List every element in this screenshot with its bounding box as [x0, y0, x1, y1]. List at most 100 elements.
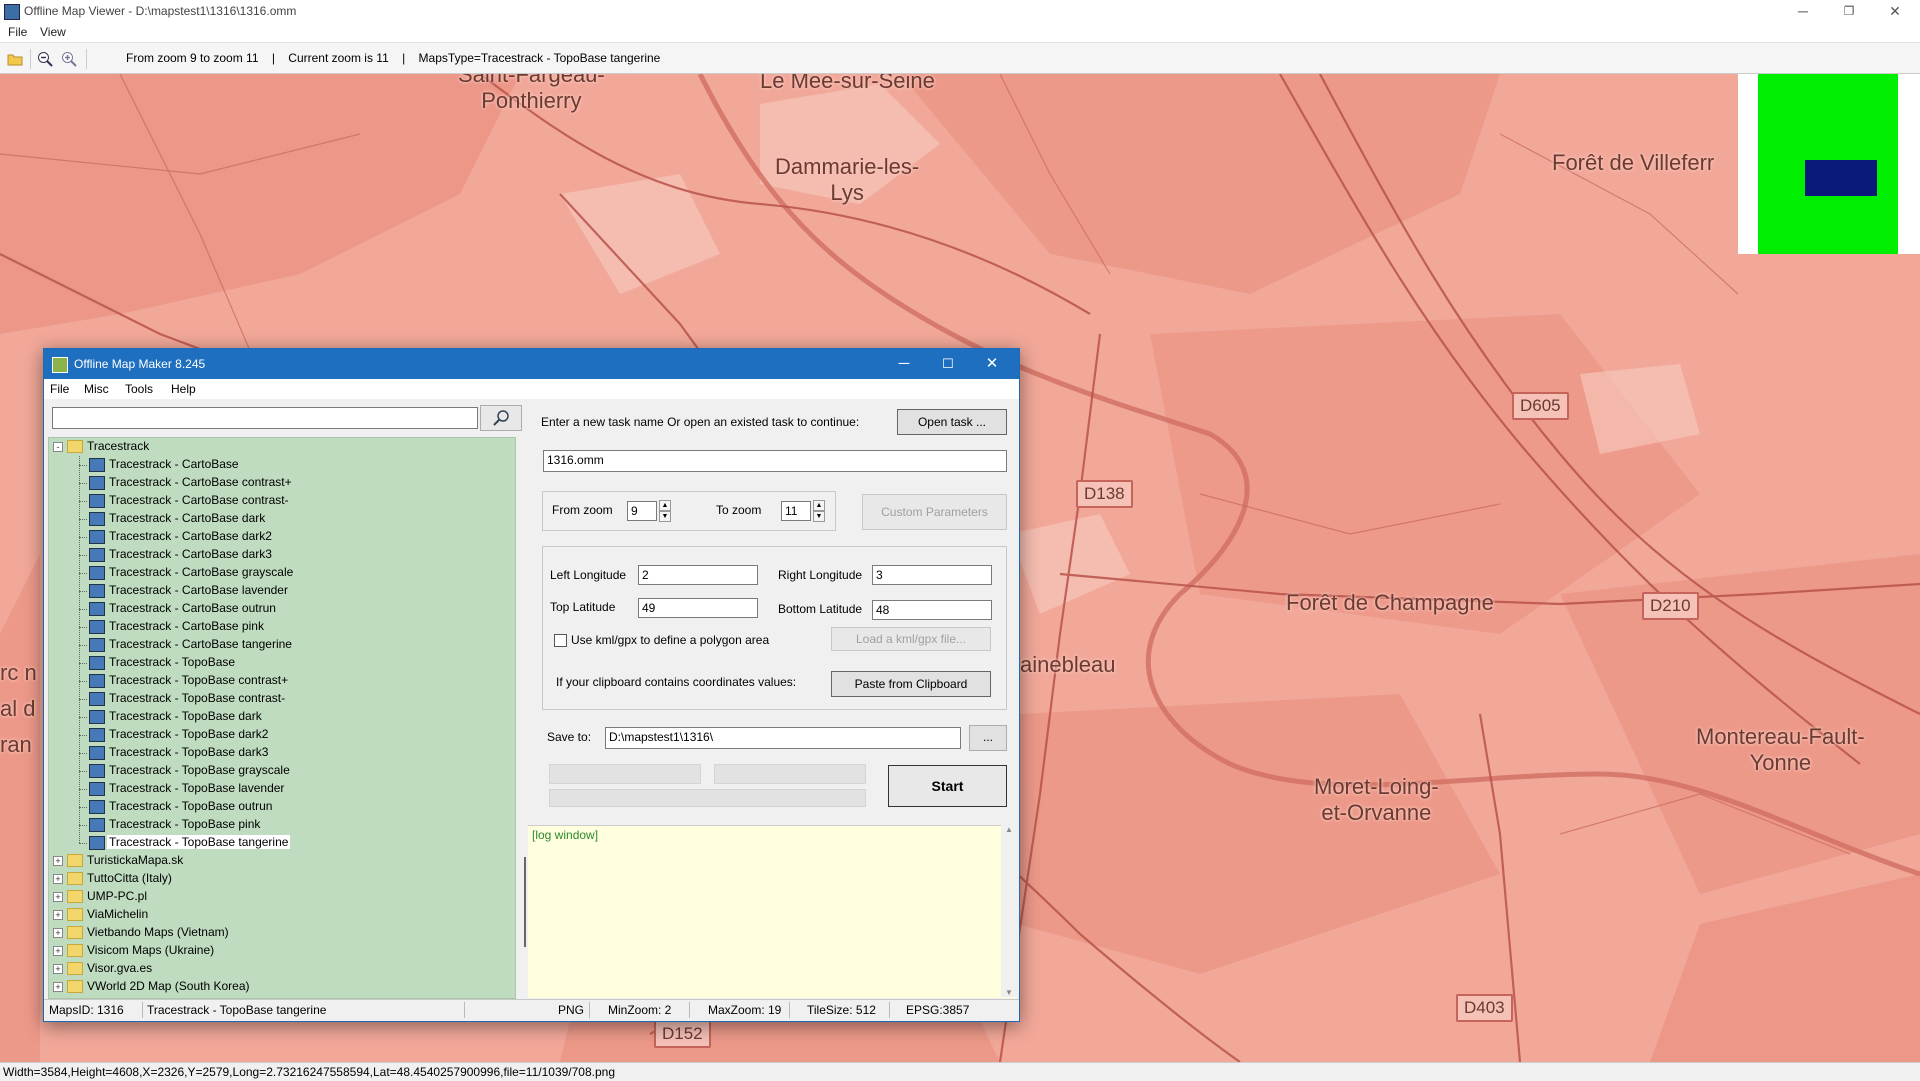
scroll-down-icon[interactable]: ▼ — [1001, 988, 1017, 997]
map-icon — [89, 818, 105, 832]
tree-item-label: Tracestrack - CartoBase dark3 — [109, 547, 272, 561]
map-icon — [89, 602, 105, 616]
paste-clipboard-button[interactable]: Paste from Clipboard — [831, 671, 991, 697]
tree-folder[interactable]: + VWorld 2D Map (South Korea) — [49, 978, 509, 996]
tree-item-map[interactable]: Tracestrack - TopoBase lavender — [49, 780, 509, 798]
browse-button[interactable]: ... — [969, 725, 1007, 751]
tree-item-map[interactable]: Tracestrack - TopoBase grayscale — [49, 762, 509, 780]
tree-item-map[interactable]: Tracestrack - TopoBase dark — [49, 708, 509, 726]
open-task-button[interactable]: Open task ... — [897, 409, 1007, 435]
open-folder-icon[interactable] — [7, 51, 23, 67]
minimize-button[interactable]: ─ — [1780, 0, 1826, 22]
expand-icon[interactable]: + — [53, 892, 63, 902]
dialog-menu-file[interactable]: File — [50, 382, 69, 396]
tree-item-map[interactable]: Tracestrack - TopoBase tangerine — [49, 834, 509, 852]
status-separator — [142, 1002, 143, 1018]
left-longitude-input[interactable]: 2 — [638, 565, 758, 585]
tree-item-map[interactable]: Tracestrack - TopoBase outrun — [49, 798, 509, 816]
tree-item-map[interactable]: Tracestrack - CartoBase pink — [49, 618, 509, 636]
tree-item-map[interactable]: Tracestrack - CartoBase dark — [49, 510, 509, 528]
tree-folder[interactable]: + ViaMichelin — [49, 906, 509, 924]
tree-item-map[interactable]: Tracestrack - TopoBase pink — [49, 816, 509, 834]
save-path-input[interactable]: D:\mapstest1\1316\ — [605, 727, 961, 749]
tree-folder[interactable]: + TuttoCitta (Italy) — [49, 870, 509, 888]
tree-item-map[interactable]: Tracestrack - CartoBase dark3 — [49, 546, 509, 564]
log-window[interactable]: [log window] — [528, 825, 1017, 998]
map-icon — [89, 494, 105, 508]
bottom-latitude-input[interactable]: 48 — [872, 600, 992, 620]
tree-connector — [79, 771, 87, 772]
tree-item-map[interactable]: Tracestrack - TopoBase contrast+ — [49, 672, 509, 690]
folder-icon — [67, 980, 83, 993]
minimap-viewport[interactable] — [1805, 160, 1877, 196]
maximize-button[interactable]: ❐ — [1826, 0, 1872, 22]
scroll-up-icon[interactable]: ▲ — [1001, 825, 1017, 834]
to-zoom-stepper[interactable]: ▲ ▼ — [813, 500, 825, 522]
tree-folder[interactable]: + UMP-PC.pl — [49, 888, 509, 906]
right-longitude-input[interactable]: 3 — [872, 565, 992, 585]
map-icon — [89, 530, 105, 544]
close-button[interactable]: ✕ — [1872, 0, 1918, 22]
tree-item-map[interactable]: Tracestrack - CartoBase — [49, 456, 509, 474]
dialog-menu-tools[interactable]: Tools — [125, 382, 153, 396]
log-scrollbar[interactable]: ▲ ▼ — [1001, 825, 1017, 997]
expand-icon[interactable]: + — [53, 946, 63, 956]
tree-folder[interactable]: + TuristickaMapa.sk — [49, 852, 509, 870]
map-source-tree[interactable]: - Tracestrack Tracestrack - CartoBase Trace… — [48, 437, 516, 999]
zoom-out-icon[interactable] — [37, 51, 53, 67]
tree-item-map[interactable]: Tracestrack - TopoBase contrast- — [49, 690, 509, 708]
tree-item-map[interactable]: Tracestrack - CartoBase dark2 — [49, 528, 509, 546]
tree-item-map[interactable]: Tracestrack - CartoBase grayscale — [49, 564, 509, 582]
road-label-d210: D210 — [1642, 592, 1699, 620]
tree-item-map[interactable]: Tracestrack - TopoBase dark2 — [49, 726, 509, 744]
tree-item-label: Tracestrack - CartoBase contrast+ — [109, 475, 292, 489]
status-separator — [789, 1002, 790, 1018]
tree-item-map[interactable]: Tracestrack - TopoBase — [49, 654, 509, 672]
dialog-menu-help[interactable]: Help — [171, 382, 196, 396]
kml-polygon-checkbox[interactable] — [554, 634, 567, 647]
tree-connector — [79, 717, 87, 718]
start-button[interactable]: Start — [888, 765, 1007, 807]
tree-item-map[interactable]: Tracestrack - CartoBase outrun — [49, 600, 509, 618]
expand-icon[interactable]: + — [53, 928, 63, 938]
expand-icon[interactable]: + — [53, 910, 63, 920]
dialog-close-button[interactable]: ✕ — [972, 352, 1012, 376]
dialog-minimize-button[interactable]: ─ — [884, 352, 924, 376]
dialog-menu-misc[interactable]: Misc — [84, 382, 109, 396]
from-zoom-stepper[interactable]: ▲ ▼ — [659, 500, 671, 522]
tree-item-map[interactable]: Tracestrack - CartoBase contrast- — [49, 492, 509, 510]
menu-view[interactable]: View — [40, 25, 66, 39]
overview-minimap[interactable] — [1738, 74, 1920, 254]
search-button[interactable] — [480, 405, 522, 431]
tree-item-map[interactable]: Tracestrack - CartoBase contrast+ — [49, 474, 509, 492]
dialog-maximize-button[interactable]: ☐ — [928, 352, 968, 376]
map-search-input[interactable] — [52, 407, 478, 429]
expand-icon[interactable]: + — [53, 982, 63, 992]
from-zoom-input[interactable]: 9 — [627, 501, 657, 521]
task-name-input[interactable]: 1316.omm — [543, 450, 1007, 472]
expand-icon[interactable]: + — [53, 964, 63, 974]
tree-item-map[interactable]: Tracestrack - CartoBase tangerine — [49, 636, 509, 654]
tree-connector — [79, 825, 87, 826]
dialog-titlebar[interactable]: Offline Map Maker 8.245 ─ ☐ ✕ — [44, 349, 1019, 379]
menu-file[interactable]: File — [8, 25, 27, 39]
status-separator — [589, 1002, 590, 1018]
from-zoom-label: From zoom — [552, 503, 613, 517]
expand-icon[interactable]: + — [53, 874, 63, 884]
tree-folder[interactable]: + Visicom Maps (Ukraine) — [49, 942, 509, 960]
tree-scrollbar-thumb[interactable] — [524, 857, 526, 947]
to-zoom-input[interactable]: 11 — [781, 501, 811, 521]
tree-item-map[interactable]: Tracestrack - CartoBase lavender — [49, 582, 509, 600]
custom-parameters-button[interactable]: Custom Parameters — [862, 494, 1007, 530]
map-icon — [89, 566, 105, 580]
tree-folder-tracestrack[interactable]: - Tracestrack — [49, 438, 509, 456]
zoom-in-icon[interactable] — [61, 51, 77, 67]
dialog-menubar: File Misc Tools Help — [44, 379, 1019, 399]
top-latitude-input[interactable]: 49 — [638, 598, 758, 618]
tree-folder[interactable]: + Vietbando Maps (Vietnam) — [49, 924, 509, 942]
expand-icon[interactable]: + — [53, 856, 63, 866]
tree-folder[interactable]: + Visor.gva.es — [49, 960, 509, 978]
load-kml-button[interactable]: Load a kml/gpx file... — [831, 627, 991, 651]
tree-item-map[interactable]: Tracestrack - TopoBase dark3 — [49, 744, 509, 762]
collapse-icon[interactable]: - — [53, 442, 63, 452]
